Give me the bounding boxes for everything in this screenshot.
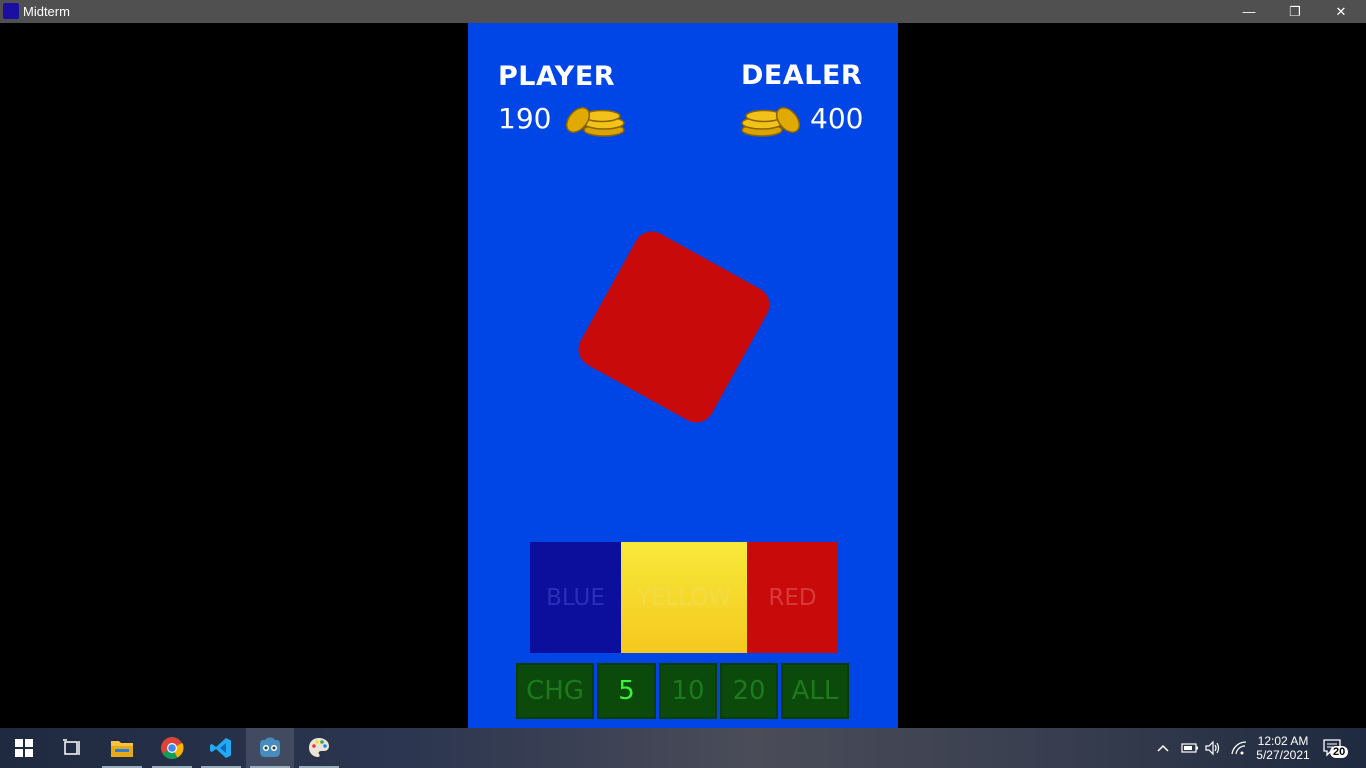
file-explorer-icon[interactable] bbox=[98, 728, 146, 768]
battery-icon[interactable] bbox=[1181, 728, 1199, 768]
bet-10-button[interactable]: 10 bbox=[659, 663, 717, 719]
yellow-choice-label: YELLOW bbox=[636, 584, 732, 611]
game-board: PLAYER 190 DEALER 400 BLUE YELLOW RED CH… bbox=[468, 23, 898, 728]
red-choice-button[interactable]: RED bbox=[747, 542, 838, 653]
rotating-color-card bbox=[572, 225, 776, 429]
show-hidden-icons-chevron-icon[interactable] bbox=[1156, 728, 1170, 768]
paint-icon[interactable] bbox=[295, 728, 343, 768]
windows-start-icon[interactable] bbox=[0, 728, 48, 768]
clock-date: 5/27/2021 bbox=[1256, 748, 1310, 762]
red-choice-label: RED bbox=[768, 584, 817, 611]
dealer-coins: 400 bbox=[810, 102, 864, 135]
player-coin-stack-icon bbox=[565, 107, 625, 137]
app-icon bbox=[3, 3, 19, 19]
bet-5-button[interactable]: 5 bbox=[597, 663, 656, 719]
godot-icon[interactable] bbox=[246, 728, 294, 768]
close-button[interactable]: ✕ bbox=[1318, 0, 1364, 23]
bet-10-label: 10 bbox=[671, 676, 705, 706]
volume-icon[interactable] bbox=[1204, 728, 1222, 768]
minimize-button[interactable]: — bbox=[1226, 0, 1272, 23]
bet-5-label: 5 bbox=[618, 676, 635, 706]
clock-time: 12:02 AM bbox=[1257, 734, 1309, 748]
dealer-coin-stack-icon bbox=[741, 107, 801, 137]
chrome-icon[interactable] bbox=[148, 728, 196, 768]
dealer-label: DEALER bbox=[741, 60, 863, 91]
window-titlebar: Midterm — ❐ ✕ bbox=[0, 0, 1366, 23]
bet-chg-button[interactable]: CHG bbox=[516, 663, 594, 719]
task-view-icon[interactable] bbox=[48, 728, 96, 768]
bet-all-label: ALL bbox=[791, 676, 839, 706]
bet-20-label: 20 bbox=[732, 676, 766, 706]
clock[interactable]: 12:02 AM 5/27/2021 bbox=[1255, 728, 1311, 768]
bet-all-button[interactable]: ALL bbox=[781, 663, 849, 719]
yellow-choice-button[interactable]: YELLOW bbox=[621, 542, 747, 653]
blue-choice-label: BLUE bbox=[546, 584, 605, 611]
player-label: PLAYER bbox=[498, 61, 616, 92]
player-coins: 190 bbox=[498, 102, 552, 135]
wifi-icon[interactable] bbox=[1230, 728, 1248, 768]
window-title: Midterm bbox=[23, 4, 70, 19]
vscode-icon[interactable] bbox=[197, 728, 245, 768]
notification-center-icon[interactable]: 20 bbox=[1322, 728, 1349, 768]
blue-choice-button[interactable]: BLUE bbox=[530, 542, 621, 653]
notification-count-badge: 20 bbox=[1330, 746, 1349, 758]
restore-button[interactable]: ❐ bbox=[1272, 0, 1318, 23]
bet-20-button[interactable]: 20 bbox=[720, 663, 778, 719]
game-viewport: PLAYER 190 DEALER 400 BLUE YELLOW RED CH… bbox=[0, 23, 1366, 728]
taskbar: 12:02 AM 5/27/2021 20 bbox=[0, 728, 1366, 768]
bet-chg-label: CHG bbox=[526, 676, 584, 706]
